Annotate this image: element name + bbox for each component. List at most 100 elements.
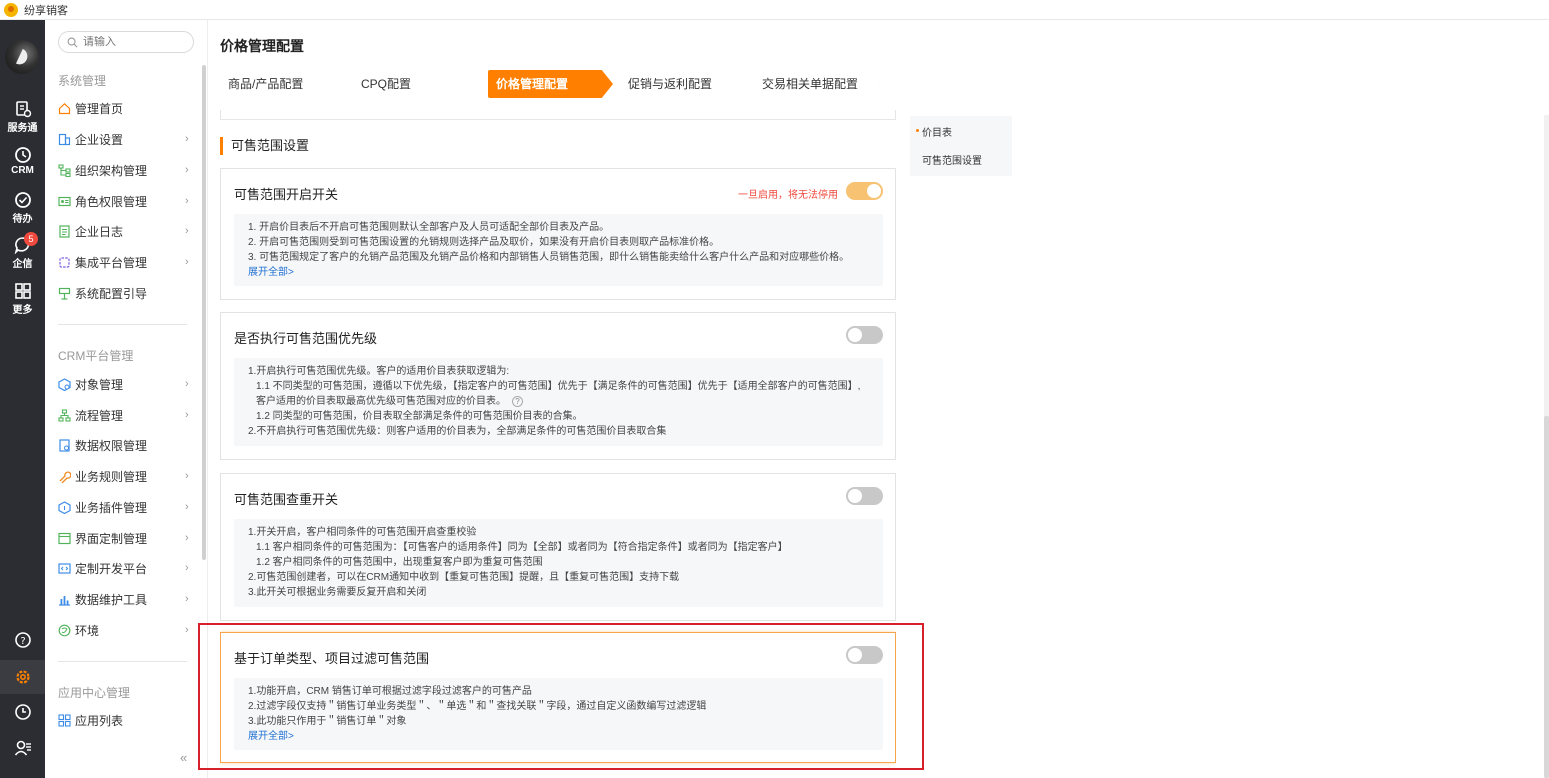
card-description: 1.开启执行可售范围优先级。客户的适用价目表获取逻辑为: 1.1 不同类型的可售… [234,358,883,446]
flow-icon [58,408,71,422]
sidebar-item-log[interactable]: 企业日志 › [58,220,193,242]
chevron-right-icon: › [185,133,189,145]
sidebar-item-environment[interactable]: 环境 › [58,619,193,641]
tab-price-config[interactable]: 价格管理配置 [488,70,613,98]
rail-item-todo[interactable]: 待办 [0,191,45,225]
anchor-nav: 价目表 可售范围设置 [910,116,1012,176]
service-icon [15,101,31,118]
todo-check-icon [14,192,31,208]
sidebar-item-data-tools[interactable]: 数据维护工具 › [58,588,193,610]
admin-sidebar: 系统管理 管理首页 企业设置 › 组织架构管理 › 角色权限管理 › 企业日志 … [45,20,208,778]
rail-help[interactable]: ? [0,631,45,649]
sidebar-item-rule[interactable]: 业务规则管理 › [58,465,193,487]
history-clock-icon [14,704,31,720]
sidebar-divider [58,661,187,662]
chevron-right-icon: › [185,378,189,390]
search-input[interactable] [83,36,183,48]
integration-icon [59,256,70,268]
search-icon [67,37,78,47]
app-titlebar: 纷享销客 [0,0,1549,20]
org-tree-icon [58,163,71,177]
anchor-sellable-range[interactable]: 可售范围设置 [922,152,982,167]
guide-icon [58,287,71,300]
rail-user-admin[interactable] [0,739,45,757]
app-logo-icon [4,2,18,17]
rail-item-chat[interactable]: 5 企信 [0,232,45,270]
sidebar-item-guide[interactable]: 系统配置引导 [58,282,193,304]
sellable-switch-toggle[interactable] [846,182,883,200]
sidebar-item-enterprise[interactable]: 企业设置 › [58,128,193,150]
rail-label: CRM [11,165,34,176]
settings-gear-icon [15,670,30,684]
group-title-crm: CRM平台管理 [58,349,134,363]
ui-layout-icon [58,532,71,544]
chevron-right-icon: › [185,532,189,544]
chevron-right-icon: › [185,470,189,482]
sidebar-item-home[interactable]: 管理首页 [58,97,193,119]
sidebar-search[interactable] [58,31,194,53]
duplicate-check-toggle[interactable] [846,487,883,505]
rail-label: 企信 [12,259,33,270]
tab-product-config[interactable]: 商品/产品配置 [220,70,346,98]
main-scrollbar[interactable] [1544,416,1549,778]
user-avatar[interactable] [5,40,39,74]
sidebar-divider [58,324,187,325]
unread-badge: 5 [24,232,38,246]
sidebar-item-dev-platform[interactable]: 定制开发平台 › [58,557,193,579]
expand-all-link[interactable]: 展开全部> [248,265,869,280]
rule-wrench-icon [59,470,71,483]
highlight-annotation-box [198,623,924,770]
card-duplicate-check: 可售范围查重开关 1.开关开启，客户相同条件的可售范围开启查重校验 1.1 客户… [220,473,896,621]
anchor-price-list[interactable]: 价目表 [916,124,952,139]
chevron-right-icon: › [185,409,189,421]
card-title: 是否执行可售范围优先级 [234,331,378,346]
priority-toggle[interactable] [846,326,883,344]
rail-history[interactable] [0,703,45,721]
rail-settings[interactable] [0,668,45,686]
tab-promotion-config[interactable]: 促销与返利配置 [620,70,746,98]
sidebar-scrollbar[interactable] [202,65,206,560]
help-icon: ? [14,632,31,648]
sidebar-item-org[interactable]: 组织架构管理 › [58,159,193,181]
rail-item-service[interactable]: 服务通 [0,100,45,134]
sidebar-item-object[interactable]: 对象管理 › [58,373,193,395]
section-title: 可售范围设置 [220,137,309,155]
code-icon [58,562,71,574]
sidebar-item-ui-custom[interactable]: 界面定制管理 › [58,527,193,549]
rail-item-more[interactable]: 更多 [0,282,45,316]
sidebar-item-integration[interactable]: 集成平台管理 › [58,251,193,273]
chevron-right-icon: › [185,164,189,176]
card-priority: 是否执行可售范围优先级 1.开启执行可售范围优先级。客户的适用价目表获取逻辑为:… [220,312,896,460]
page-title: 价格管理配置 [220,38,304,54]
crm-clock-icon [14,147,31,163]
group-title-app: 应用中心管理 [58,686,131,700]
plugin-icon [58,500,71,514]
card-sellable-switch: 可售范围开启开关 一旦启用，将无法停用 1. 开启价目表后不开启可售范围则默认全… [220,168,896,300]
chevron-right-icon: › [185,256,189,268]
chevron-right-icon: › [185,562,189,574]
role-card-icon [58,196,71,206]
rail-label: 更多 [12,305,33,316]
collapse-sidebar-icon[interactable]: « [180,750,187,765]
card-warning: 一旦启用，将无法停用 [738,190,838,201]
svg-text:?: ? [20,636,25,647]
user-admin-icon [14,740,31,756]
object-icon [58,377,71,391]
card-description: 1.开关开启，客户相同条件的可售范围开启查重校验 1.1 客户相同条件的可售范围… [234,519,883,607]
help-icon[interactable]: ? [512,395,523,407]
grid-more-icon [14,283,31,299]
environment-icon [58,624,71,636]
sidebar-item-data-permission[interactable]: 数据权限管理 [58,434,193,456]
sidebar-item-app-list[interactable]: 应用列表 [58,709,193,731]
rail-item-crm[interactable]: CRM [0,146,45,176]
sidebar-item-plugin[interactable]: 业务插件管理 › [58,496,193,518]
chevron-right-icon: › [185,501,189,513]
tab-transaction-config[interactable]: 交易相关单据配置 [754,70,880,98]
card-title: 可售范围开启开关 [234,187,339,202]
tab-cpq-config[interactable]: CPQ配置 [353,70,479,98]
sidebar-item-role[interactable]: 角色权限管理 › [58,190,193,212]
sidebar-item-flow[interactable]: 流程管理 › [58,404,193,426]
group-title-system: 系统管理 [58,74,107,88]
bar-chart-icon [59,595,70,606]
card-description: 1. 开启价目表后不开启可售范围则默认全部客户及人员可适配全部价目表及产品。 2… [234,214,883,286]
